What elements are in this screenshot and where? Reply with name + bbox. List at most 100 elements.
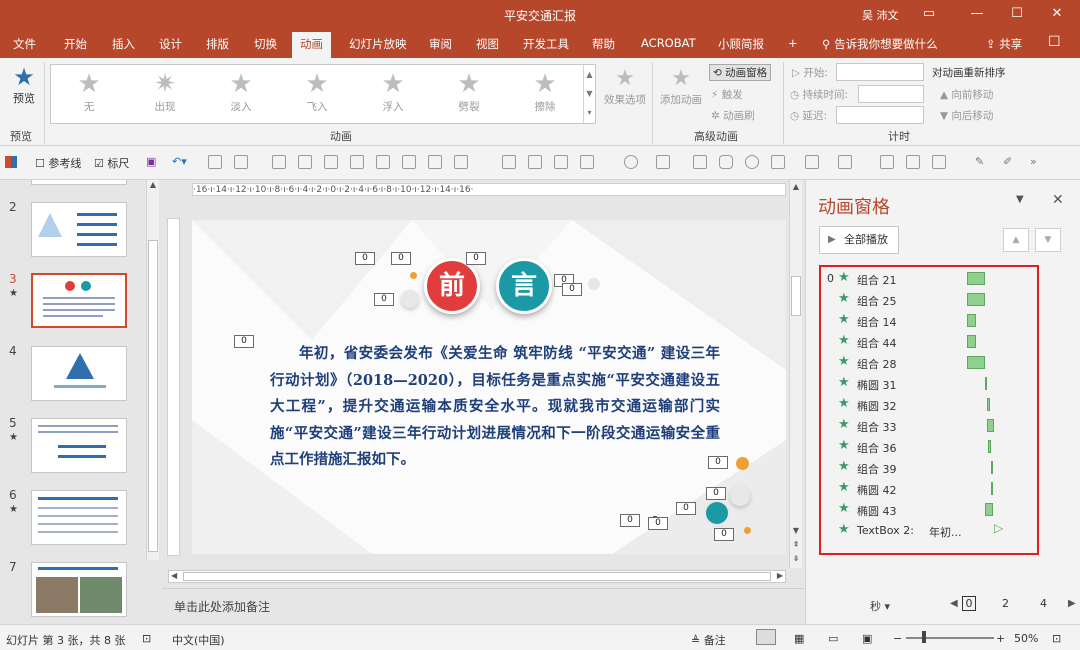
group-icon[interactable]: [502, 155, 516, 169]
anim-timeline-bar[interactable]: [967, 272, 985, 285]
rounded-rectangle-icon[interactable]: [719, 155, 733, 169]
animation-item[interactable]: ★ 椭圆 42: [821, 478, 1037, 499]
slide-thumbnail-6[interactable]: [31, 490, 127, 545]
gallery-item-float-in[interactable]: ★ 浮入: [363, 69, 423, 114]
animation-order-badge[interactable]: 0: [706, 487, 726, 500]
animation-order-badge[interactable]: 0: [676, 502, 696, 515]
textbox-icon[interactable]: [208, 155, 222, 169]
slide-thumbnail-2[interactable]: [31, 202, 127, 257]
animation-item[interactable]: ★ 组合 44: [821, 331, 1037, 352]
animation-item[interactable]: ★ 组合 39: [821, 457, 1037, 478]
scroll-thumb[interactable]: [791, 276, 801, 316]
anim-timeline-bar[interactable]: [991, 482, 993, 495]
slideshow-icon[interactable]: ▣: [862, 632, 872, 645]
distribute-v-icon[interactable]: [428, 155, 442, 169]
normal-view-button[interactable]: [756, 629, 776, 645]
deco-circle[interactable]: [730, 486, 750, 506]
user-name[interactable]: 吴 沛文: [862, 7, 899, 23]
gallery-item-appear[interactable]: ✷ 出现: [135, 69, 195, 114]
distribute-h-icon[interactable]: [402, 155, 416, 169]
ribbon-display-options-icon[interactable]: ▭: [918, 4, 940, 24]
editor-hscrollbar[interactable]: ◀ ▶: [168, 570, 786, 583]
color-palette-icon[interactable]: [5, 156, 17, 168]
animation-item[interactable]: ★ 椭圆 31: [821, 373, 1037, 394]
zoom-slider-thumb[interactable]: [922, 631, 926, 643]
tab-home[interactable]: 开始: [64, 36, 87, 52]
align-left-icon[interactable]: [272, 155, 286, 169]
editor-vscrollbar[interactable]: ▲ ▼ ⇞ ⇟: [789, 180, 802, 568]
deco-circle[interactable]: [675, 520, 689, 534]
tab-layout[interactable]: 排版: [206, 36, 229, 52]
reading-view-icon[interactable]: ▭: [828, 632, 838, 645]
duration-input[interactable]: [858, 85, 924, 103]
animation-order-badge[interactable]: 0: [234, 335, 254, 348]
zoom-level[interactable]: 50%: [1014, 632, 1038, 645]
slide-sorter-icon[interactable]: ▦: [794, 632, 804, 645]
oval-icon[interactable]: [745, 155, 759, 169]
gallery-scroll[interactable]: ▲ ▼ ▾: [583, 65, 595, 123]
deco-circle[interactable]: [744, 527, 751, 534]
slide-thumbnail-3[interactable]: [31, 273, 127, 328]
vertical-ruler[interactable]: [167, 218, 180, 556]
tab-acrobat[interactable]: ACROBAT: [641, 36, 696, 50]
title-circle-red[interactable]: 前: [424, 258, 480, 314]
anim-timeline-bar[interactable]: [985, 377, 987, 390]
align-bottom-icon[interactable]: [454, 155, 468, 169]
animation-order-badge[interactable]: 0: [355, 252, 375, 265]
gallery-item-fade[interactable]: ★ 淡入: [211, 69, 271, 114]
previous-slide-icon[interactable]: ⇞: [790, 540, 802, 549]
format-icon[interactable]: [838, 155, 852, 169]
animation-order-badge[interactable]: 0: [562, 283, 582, 296]
anim-timeline-bar[interactable]: [967, 314, 976, 327]
tab-file[interactable]: 文件: [13, 36, 36, 52]
animation-order-badge[interactable]: 0: [391, 252, 411, 265]
anim-timeline-bar[interactable]: [967, 356, 985, 369]
eyedropper-icon[interactable]: ✎: [975, 155, 984, 168]
timeline-scroll-right-icon[interactable]: ▶: [1068, 598, 1076, 609]
animation-painter-button[interactable]: ✲ 动画刷: [711, 108, 755, 123]
horizontal-ruler[interactable]: ·16·ı·14·ı·12·ı·10·ı·8·ı·6·ı·4·ı·2·ı·0·ı…: [192, 183, 786, 196]
anim-timeline-bar[interactable]: [986, 398, 990, 411]
animation-item[interactable]: ★ TextBox 2: 年初... ▷: [821, 520, 1037, 541]
pen-icon[interactable]: ✐: [1003, 155, 1012, 168]
slide-thumbnail-4[interactable]: [31, 346, 127, 401]
pane-close-icon[interactable]: ✕: [1052, 192, 1064, 208]
animation-item[interactable]: ★ 组合 25: [821, 289, 1037, 310]
send-backward-icon[interactable]: [580, 155, 594, 169]
seconds-dropdown[interactable]: 秒 ▾: [870, 598, 890, 614]
tab-add[interactable]: +: [788, 36, 798, 50]
animation-order-badge[interactable]: 0: [466, 252, 486, 265]
preview-button[interactable]: ★ 预览: [6, 64, 42, 106]
title-circle-teal[interactable]: 言: [496, 258, 552, 314]
animation-order-badge[interactable]: 0: [714, 528, 734, 541]
animation-item[interactable]: ★ 椭圆 43: [821, 499, 1037, 520]
slide-body-text[interactable]: 年初，省安委会发布《关爱生命 筑牢防线 “平安交通” 建设三年行动计划》（201…: [270, 341, 720, 474]
next-slide-icon[interactable]: ⇟: [790, 554, 802, 563]
animation-order-badge[interactable]: 0: [374, 293, 394, 306]
move-earlier-button[interactable]: ▲ 向前移动: [940, 87, 993, 102]
align-top-icon[interactable]: [298, 155, 312, 169]
ruler-toggle[interactable]: ☑ 标尺: [94, 155, 129, 171]
animation-item[interactable]: 0 ★ 组合 21: [821, 268, 1037, 289]
fit-to-window-icon[interactable]: ⊡: [1052, 632, 1061, 645]
minimize-button[interactable]: —: [966, 4, 988, 24]
scroll-thumb[interactable]: [148, 240, 158, 552]
deco-circle[interactable]: [588, 278, 600, 290]
zoom-in-button[interactable]: +: [996, 632, 1005, 645]
comments-icon[interactable]: ☐: [1048, 34, 1061, 50]
zoom-out-button[interactable]: −: [893, 632, 902, 645]
gallery-item-fly-in[interactable]: ★ 飞入: [287, 69, 347, 114]
bring-forward-icon[interactable]: [554, 155, 568, 169]
scroll-thumb[interactable]: [183, 572, 771, 581]
anim-timeline-bar[interactable]: [986, 419, 994, 432]
thumbnail-scrollbar[interactable]: ▲: [146, 180, 159, 560]
animation-item[interactable]: ★ 组合 33: [821, 415, 1037, 436]
tab-xiaogu[interactable]: 小顾简报: [718, 36, 764, 52]
undo-icon[interactable]: ↶▾: [172, 155, 187, 168]
scroll-left-icon[interactable]: ◀: [171, 571, 177, 580]
tab-slideshow[interactable]: 幻灯片放映: [349, 36, 407, 52]
animation-item[interactable]: ★ 组合 14: [821, 310, 1037, 331]
picture-frame-icon[interactable]: [932, 155, 946, 169]
thumbnail-partial[interactable]: [31, 180, 127, 185]
deco-circle-teal[interactable]: [706, 502, 728, 524]
